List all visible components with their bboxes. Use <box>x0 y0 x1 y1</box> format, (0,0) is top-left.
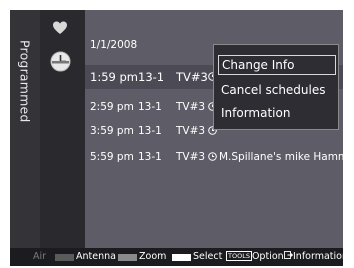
menu-item-change-info[interactable]: Change Info <box>218 55 336 75</box>
icon-column <box>40 10 85 248</box>
sidebar: Programmed <box>10 10 40 248</box>
clock-icon[interactable] <box>50 51 71 72</box>
zoom-color-key <box>118 254 137 261</box>
footer-information-label: Information <box>293 251 348 262</box>
antenna-color-key <box>55 254 74 261</box>
row-time: 2:59 pm <box>90 101 134 113</box>
row-channel: 13-1 <box>138 151 162 163</box>
row-source: TV#3 <box>176 125 206 137</box>
row-source: TV#3 <box>176 101 206 113</box>
menu-item-cancel-schedules[interactable]: Cancel schedules <box>218 80 336 100</box>
options-menu: Change Info Cancel schedules Information <box>213 44 339 130</box>
row-time: 1:59 pm <box>90 70 138 84</box>
footer-option[interactable]: TOOLS Option <box>226 251 284 262</box>
row-time: 3:59 pm <box>90 125 134 137</box>
footer-zoom[interactable]: Zoom <box>139 251 166 262</box>
row-channel: 13-1 <box>138 101 162 113</box>
heart-icon[interactable] <box>52 20 68 36</box>
schedule-date: 1/1/2008 <box>90 39 138 51</box>
timer-icon <box>208 152 217 161</box>
footer-option-label: Option <box>251 251 284 262</box>
footer-information[interactable]: Information <box>284 251 348 262</box>
row-source: TV#3 <box>176 70 208 84</box>
schedule-row[interactable]: 5:59 pm 13-1 TV#3 M.Spillane's mike Hamm… <box>85 145 354 169</box>
sidebar-title: Programmed <box>17 40 33 123</box>
menu-item-information[interactable]: Information <box>218 103 336 123</box>
footer-air[interactable]: Air <box>33 251 46 262</box>
row-channel: 13-1 <box>138 125 162 137</box>
row-time: 5:59 pm <box>90 151 134 163</box>
footer-select[interactable]: Select <box>193 251 222 262</box>
row-source: TV#3 <box>176 151 206 163</box>
info-icon <box>284 251 293 259</box>
select-color-key <box>172 254 191 261</box>
row-program: M.Spillane's mike Hammer <box>219 151 354 163</box>
footer-bar: Air Antenna Zoom Select TOOLS Option Info… <box>10 248 348 266</box>
tools-badge: TOOLS <box>226 251 252 261</box>
footer-antenna[interactable]: Antenna <box>76 251 116 262</box>
row-channel: 13-1 <box>138 70 165 84</box>
